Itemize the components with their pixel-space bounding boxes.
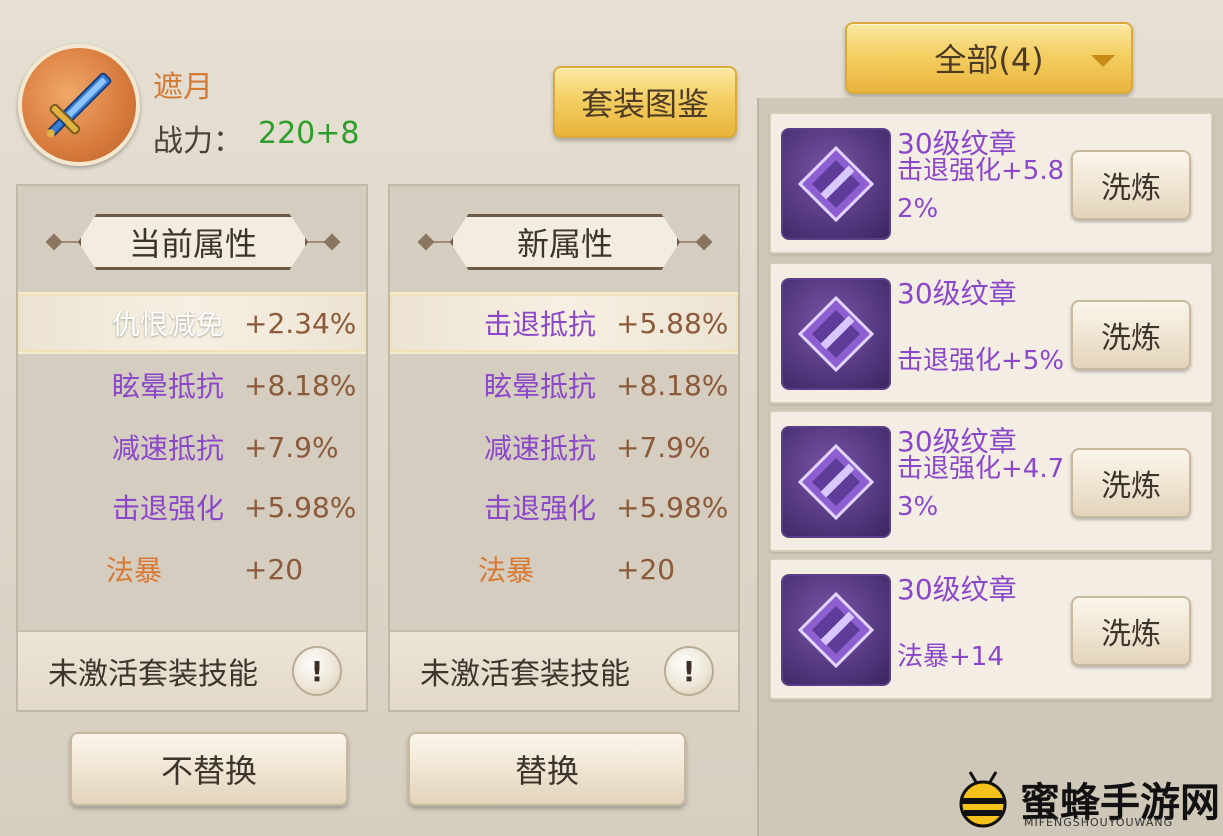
attr-value: +2.34% [244, 306, 357, 340]
attr-value: +20 [616, 552, 676, 586]
power-label: 战力： [153, 124, 243, 159]
emblem-attr: 击退强化+4.73% [897, 454, 1065, 522]
no-replace-button[interactable]: 不替换 [70, 732, 348, 806]
info-button[interactable]: ! [664, 646, 714, 696]
emblem-icon [781, 128, 891, 240]
current-attributes-panel: 当前属性 仇恨减免 +2.34% 眩晕抵抗 +8.18% 减速抵抗 +7.9% … [16, 184, 368, 712]
emblem-card[interactable]: 30级纹章 法暴+14 洗炼 [769, 558, 1213, 700]
emblem-attr: 击退强化+5% [897, 346, 1065, 376]
emblem-attr: 法暴+14 [897, 642, 1004, 672]
attr-name: 击退强化 [483, 492, 596, 525]
exclamation-icon: ! [310, 654, 324, 688]
attr-value: +5.98% [616, 490, 729, 524]
attr-row: 击退强化 +5.98% [18, 476, 366, 538]
attr-row: 法暴 +20 [18, 538, 366, 600]
attr-name: 击退强化 [111, 492, 224, 525]
attr-value: +5.88% [616, 306, 729, 340]
emblem-card[interactable]: 30级纹章 击退强化+4.73% 洗炼 [769, 410, 1213, 552]
emblem-title: 30级纹章 [897, 277, 1017, 310]
attr-name: 眩晕抵抗 [483, 370, 596, 403]
attr-row: 减速抵抗 +7.9% [18, 416, 366, 478]
banner-ornament [323, 233, 341, 251]
item-avatar [18, 44, 140, 166]
banner-ornament [417, 233, 435, 251]
attr-name: 击退抵抗 [483, 308, 596, 341]
attr-name: 法暴 [106, 554, 163, 587]
chevron-down-icon [1091, 55, 1115, 67]
attr-row: 击退抵抗 +5.88% [390, 292, 738, 354]
attr-value: +8.18% [616, 368, 729, 402]
emblem-list[interactable]: 30级纹章 击退强化+5.82% 洗炼 30级纹章 击退强化+5% 洗炼 30级… [757, 98, 1223, 836]
banner-ornament [695, 233, 713, 251]
new-attributes-title: 新属性 [450, 214, 680, 270]
attr-row: 击退强化 +5.98% [390, 476, 738, 538]
banner-ornament [45, 233, 63, 251]
item-name: 遮月 [153, 70, 213, 105]
attr-value: +5.98% [244, 490, 357, 524]
emblem-card[interactable]: 30级纹章 击退强化+5% 洗炼 [769, 262, 1213, 404]
attr-name: 减速抵抗 [111, 432, 224, 465]
set-skill-label: 未激活套装技能 [48, 657, 258, 692]
attr-row: 法暴 +20 [390, 538, 738, 600]
filter-label: 全部(4) [934, 41, 1044, 79]
attr-row: 眩晕抵抗 +8.18% [390, 354, 738, 416]
attr-name: 眩晕抵抗 [111, 370, 224, 403]
attr-row: 仇恨减免 +2.34% [18, 292, 366, 354]
attr-value: +7.9% [616, 430, 711, 464]
info-button[interactable]: ! [292, 646, 342, 696]
set-skill-bar: 未激活套装技能 ! [18, 630, 366, 710]
attr-row: 减速抵抗 +7.9% [390, 416, 738, 478]
sword-icon [46, 72, 112, 138]
new-attributes-panel: 新属性 击退抵抗 +5.88% 眩晕抵抗 +8.18% 减速抵抗 +7.9% 击… [388, 184, 740, 712]
wash-button[interactable]: 洗炼 [1071, 150, 1191, 220]
attr-value: +8.18% [244, 368, 357, 402]
emblem-card[interactable]: 30级纹章 击退强化+5.82% 洗炼 [769, 112, 1213, 254]
replace-button[interactable]: 替换 [408, 732, 686, 806]
current-attributes-title: 当前属性 [78, 214, 308, 270]
attr-value: +7.9% [244, 430, 339, 464]
emblem-icon [781, 278, 891, 390]
attr-name: 仇恨减免 [111, 308, 224, 341]
attr-row: 眩晕抵抗 +8.18% [18, 354, 366, 416]
wash-button[interactable]: 洗炼 [1071, 596, 1191, 666]
set-skill-label: 未激活套装技能 [420, 657, 630, 692]
watermark-subtext: MIFENGSHOUYOUWANG [1024, 816, 1174, 829]
bee-logo-icon [959, 771, 1007, 828]
wash-button[interactable]: 洗炼 [1071, 448, 1191, 518]
exclamation-icon: ! [682, 654, 696, 688]
emblem-attr: 击退强化+5.82% [897, 156, 1065, 224]
emblem-title: 30级纹章 [897, 573, 1017, 606]
attr-name: 法暴 [478, 554, 535, 587]
wash-button[interactable]: 洗炼 [1071, 300, 1191, 370]
emblem-icon [781, 426, 891, 538]
filter-dropdown[interactable]: 全部(4) [845, 22, 1133, 94]
attr-value: +20 [244, 552, 304, 586]
set-collection-button[interactable]: 套装图鉴 [553, 66, 737, 138]
attr-name: 减速抵抗 [483, 432, 596, 465]
set-skill-bar: 未激活套装技能 ! [390, 630, 738, 710]
emblem-icon [781, 574, 891, 686]
power-value: 220+8 [258, 116, 360, 151]
